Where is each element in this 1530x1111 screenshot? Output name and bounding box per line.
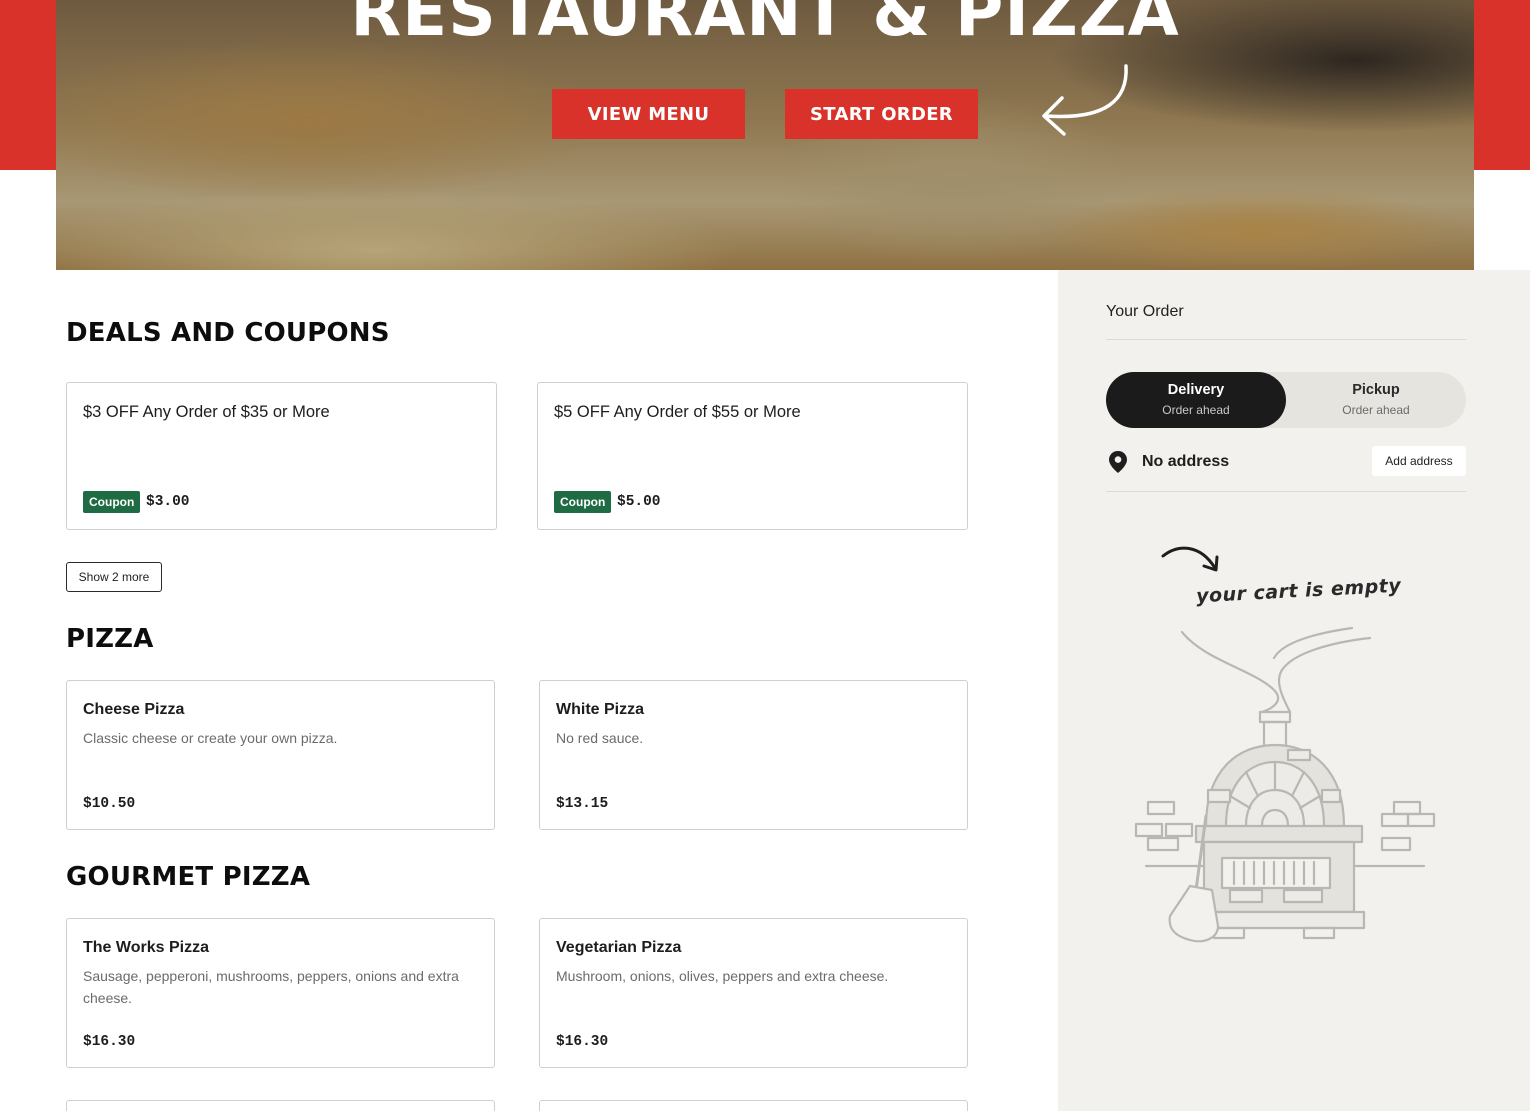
pizza-section-title: PIZZA xyxy=(66,624,154,654)
add-address-button[interactable]: Add address xyxy=(1372,446,1466,476)
menu-item-card[interactable]: The Works Pizza Sausage, pepperoni, mush… xyxy=(66,918,495,1068)
deal-price: $3.00 xyxy=(146,494,190,510)
your-order-title: Your Order xyxy=(1106,303,1184,320)
item-description: No red sauce. xyxy=(556,730,644,746)
item-price: $16.30 xyxy=(83,1034,136,1050)
item-price: $10.50 xyxy=(83,796,136,812)
hero-title: RESTAURANT & PIZZA xyxy=(350,0,1180,51)
delivery-label: Delivery xyxy=(1167,382,1225,398)
deal-title: $5 OFF Any Order of $55 or More xyxy=(554,403,801,421)
item-title: Cheese Pizza xyxy=(83,701,185,718)
divider xyxy=(1106,339,1466,340)
item-title: White Pizza xyxy=(556,701,645,718)
start-order-button[interactable]: START ORDER xyxy=(785,89,978,139)
pickup-sublabel: Order ahead xyxy=(1342,403,1410,417)
menu-item-card[interactable]: White Pizza No red sauce. $13.15 xyxy=(539,680,968,830)
item-price: $16.30 xyxy=(556,1034,609,1050)
menu-item-card[interactable] xyxy=(66,1100,495,1111)
deal-price: $5.00 xyxy=(617,494,661,510)
deal-card[interactable]: $3 OFF Any Order of $35 or More Coupon $… xyxy=(66,382,497,530)
map-pin-icon xyxy=(1109,451,1127,473)
no-address-text: No address xyxy=(1142,453,1230,470)
gourmet-section-title: GOURMET PIZZA xyxy=(66,862,311,892)
item-description: Classic cheese or create your own pizza. xyxy=(83,730,338,746)
delivery-sublabel: Order ahead xyxy=(1162,403,1230,417)
coupon-badge: Coupon xyxy=(83,491,141,513)
delivery-option[interactable]: Delivery Order ahead xyxy=(1106,372,1286,428)
item-description: Mushroom, onions, olives, peppers and ex… xyxy=(556,968,889,984)
coupon-badge: Coupon xyxy=(554,491,612,513)
curved-arrow-icon xyxy=(1042,64,1128,136)
item-price: $13.15 xyxy=(556,796,609,812)
view-menu-button[interactable]: VIEW MENU xyxy=(552,89,745,139)
menu-item-card[interactable] xyxy=(539,1100,968,1111)
menu-item-card[interactable]: Cheese Pizza Classic cheese or create yo… xyxy=(66,680,495,830)
pizza-oven-illustration xyxy=(1134,626,1436,943)
deal-card[interactable]: $5 OFF Any Order of $55 or More Coupon $… xyxy=(537,382,968,530)
hero-banner: RESTAURANT & PIZZA VIEW MENU START ORDER xyxy=(56,0,1474,270)
menu-item-card[interactable]: Vegetarian Pizza Mushroom, onions, olive… xyxy=(539,918,968,1068)
order-sidebar: Your Order Delivery Order ahead Pickup O… xyxy=(1058,270,1530,1111)
pickup-option[interactable]: Pickup Order ahead xyxy=(1286,372,1466,428)
item-description: Sausage, pepperoni, mushrooms, peppers, … xyxy=(83,968,459,1006)
item-title: Vegetarian Pizza xyxy=(556,939,682,956)
deal-title: $3 OFF Any Order of $35 or More xyxy=(83,403,330,421)
deals-section-title: DEALS AND COUPONS xyxy=(66,318,390,348)
show-more-button[interactable]: Show 2 more xyxy=(66,562,162,592)
pickup-label: Pickup xyxy=(1352,382,1400,398)
fulfillment-toggle: Delivery Order ahead Pickup Order ahead xyxy=(1106,372,1466,428)
divider xyxy=(1106,491,1466,492)
item-title: The Works Pizza xyxy=(83,939,209,956)
